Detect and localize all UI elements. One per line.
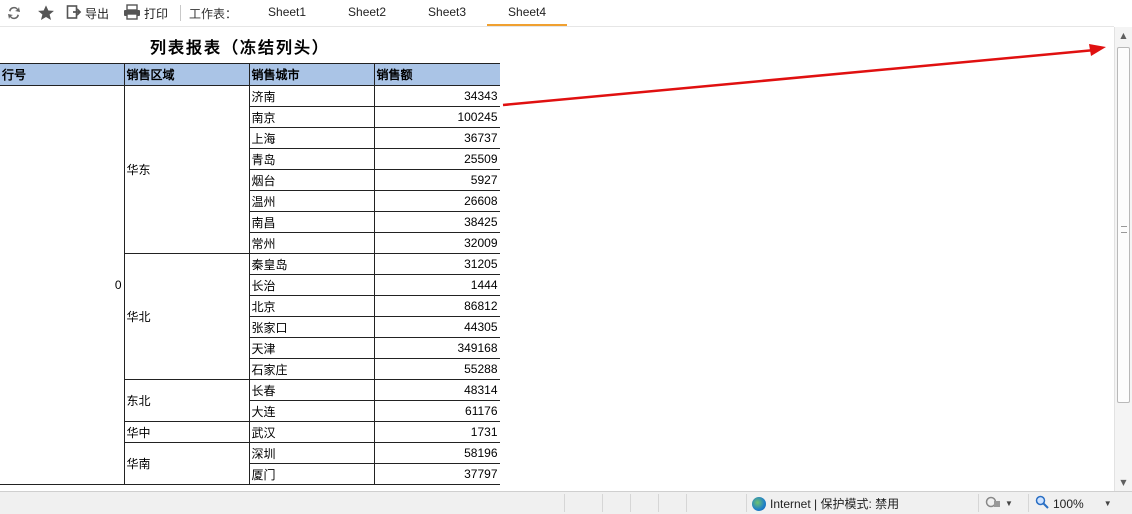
scrollbar-thumb[interactable] — [1117, 47, 1130, 403]
city-cell: 长春 — [248, 379, 375, 401]
status-divider — [658, 494, 659, 512]
amount-cell: 1444 — [373, 274, 500, 296]
amount-cell: 55288 — [373, 358, 500, 380]
city-cell: 大连 — [248, 400, 375, 422]
amount-cell: 32009 — [373, 232, 500, 254]
amount-cell: 48314 — [373, 379, 500, 401]
city-cell: 武汉 — [248, 421, 375, 443]
browser-status-bar: Internet | 保护模式: 禁用 ▼ 100% ▼ — [0, 491, 1132, 514]
city-cell: 秦皇岛 — [248, 253, 375, 275]
export-label: 导出 — [85, 6, 110, 21]
region-cell: 华东 — [123, 85, 250, 254]
print-label: 打印 — [144, 6, 169, 21]
city-cell: 常州 — [248, 232, 375, 254]
status-divider — [746, 494, 747, 512]
zoom-control[interactable]: 100% ▼ — [1035, 495, 1112, 512]
table-body: 0 华东 济南 34343 南京 100245 上海 36737 青岛 25509 烟台 5927 温州… — [0, 85, 500, 485]
report-title: 列表报表（冻结列头） — [150, 38, 331, 57]
column-header-sales-city: 销售城市 — [248, 63, 375, 86]
city-cell: 南昌 — [248, 211, 375, 233]
region-cell: 东北 — [123, 379, 250, 422]
scroll-down-arrow-icon[interactable]: ▼ — [1115, 474, 1132, 491]
amount-cell: 58196 — [373, 442, 500, 464]
report-grid: 行号 销售区域 销售城市 销售额 0 华东 济南 34343 南京 100245 上海 367… — [0, 63, 500, 491]
security-zone-label: Internet | 保护模式: 禁用 — [770, 497, 900, 511]
city-cell: 深圳 — [248, 442, 375, 464]
table-row: 0 华东 济南 34343 — [0, 85, 500, 485]
printer-icon — [123, 3, 141, 23]
status-divider — [978, 494, 979, 512]
status-divider — [564, 494, 565, 512]
tab-sheet3[interactable]: Sheet3 — [407, 0, 487, 26]
region-cell: 华南 — [123, 442, 250, 485]
chevron-down-icon: ▼ — [1005, 499, 1013, 508]
column-header-row-number: 行号 — [0, 63, 125, 86]
city-cell: 烟台 — [248, 169, 375, 191]
security-settings-button[interactable]: ▼ — [985, 495, 1013, 512]
vertical-scrollbar[interactable]: ▲ ▼ — [1114, 27, 1132, 491]
region-cell: 华中 — [123, 421, 250, 443]
star-icon[interactable] — [36, 3, 56, 23]
toolbar-divider — [180, 5, 182, 21]
amount-cell: 26608 — [373, 190, 500, 212]
export-button[interactable]: 导出 — [62, 3, 113, 23]
city-cell: 青岛 — [248, 148, 375, 170]
city-cell: 济南 — [248, 85, 375, 107]
city-cell: 北京 — [248, 295, 375, 317]
city-cell: 厦门 — [248, 463, 375, 485]
amount-cell: 44305 — [373, 316, 500, 338]
chevron-down-icon: ▼ — [1103, 499, 1112, 508]
tab-sheet2[interactable]: Sheet2 — [327, 0, 407, 26]
column-header-sales-region: 销售区域 — [123, 63, 250, 86]
row-number-cell: 0 — [0, 85, 125, 485]
city-cell: 南京 — [248, 106, 375, 128]
tab-sheet1[interactable]: Sheet1 — [247, 0, 327, 26]
status-divider — [602, 494, 603, 512]
table-header-row: 行号 销售区域 销售城市 销售额 — [0, 63, 500, 86]
amount-cell: 36737 — [373, 127, 500, 149]
amount-cell: 34343 — [373, 85, 500, 107]
zoom-level: 100% — [1053, 496, 1084, 511]
report-table: 行号 销售区域 销售城市 销售额 0 华东 济南 34343 南京 100245 上海 367… — [0, 63, 500, 485]
magnifier-icon — [1035, 495, 1049, 512]
security-zone[interactable]: Internet | 保护模式: 禁用 — [752, 495, 899, 512]
amount-cell: 1731 — [373, 421, 500, 443]
city-cell: 上海 — [248, 127, 375, 149]
export-icon — [66, 4, 82, 23]
amount-cell: 61176 — [373, 400, 500, 422]
report-toolbar: 导出 打印 工作表： Sheet1 Sheet2 Sheet3 Sheet4 — [0, 0, 1132, 26]
status-divider — [1028, 494, 1029, 512]
refresh-icon[interactable] — [4, 3, 24, 23]
amount-cell: 38425 — [373, 211, 500, 233]
city-cell: 天津 — [248, 337, 375, 359]
status-divider — [630, 494, 631, 512]
status-divider — [686, 494, 687, 512]
city-cell: 温州 — [248, 190, 375, 212]
city-cell: 张家口 — [248, 316, 375, 338]
print-button[interactable]: 打印 — [119, 3, 172, 23]
tab-sheet4[interactable]: Sheet4 — [487, 0, 568, 26]
amount-cell: 100245 — [373, 106, 500, 128]
amount-cell: 37797 — [373, 463, 500, 485]
amount-cell: 25509 — [373, 148, 500, 170]
worksheet-label: 工作表： — [189, 6, 238, 21]
toolbar-divider-line — [0, 26, 1114, 27]
scroll-up-arrow-icon[interactable]: ▲ — [1115, 27, 1132, 44]
amount-cell: 5927 — [373, 169, 500, 191]
globe-icon — [752, 496, 766, 511]
scrollbar-grip-icon — [1121, 226, 1127, 233]
lock-settings-icon — [985, 495, 1001, 512]
city-cell: 长治 — [248, 274, 375, 296]
region-cell: 华北 — [123, 253, 250, 380]
column-header-sales-amount: 销售额 — [373, 63, 500, 86]
amount-cell: 349168 — [373, 337, 500, 359]
amount-cell: 31205 — [373, 253, 500, 275]
city-cell: 石家庄 — [248, 358, 375, 380]
amount-cell: 86812 — [373, 295, 500, 317]
